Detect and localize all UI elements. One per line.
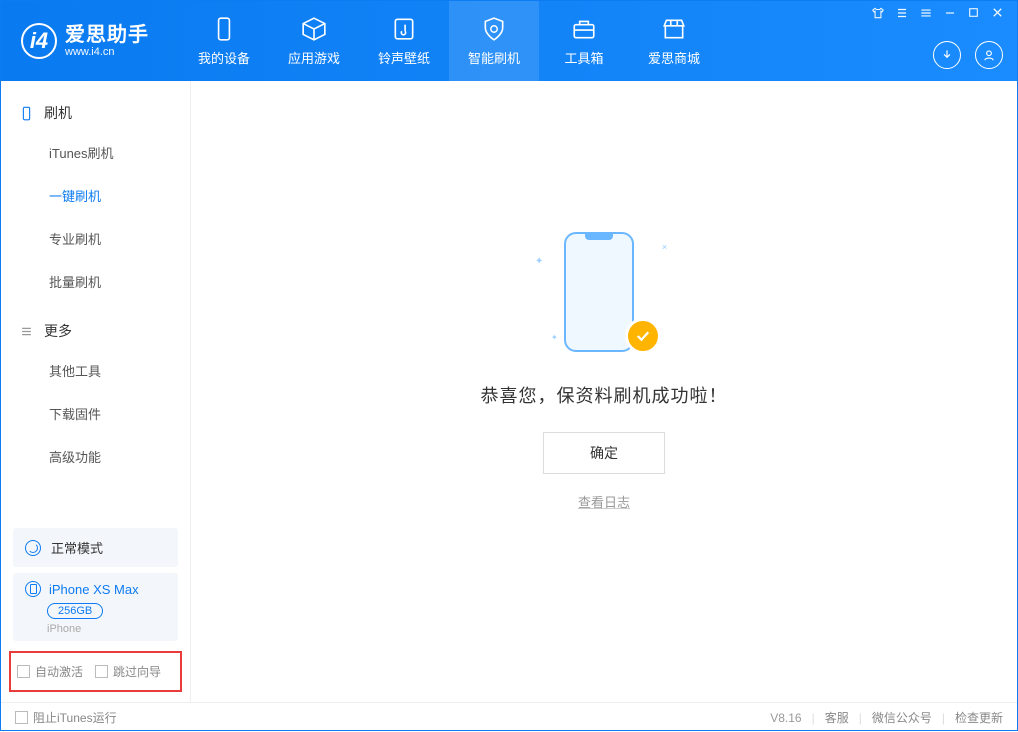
options-highlight-box: 自动激活 跳过向导 (9, 651, 182, 692)
sidebar-item-itunes-flash[interactable]: iTunes刷机 (1, 131, 190, 174)
version-label: V8.16 (770, 711, 801, 725)
tab-label: 工具箱 (564, 48, 603, 67)
window-controls (871, 1, 1005, 23)
tab-store[interactable]: 爱思商城 (629, 1, 719, 81)
status-bar: 阻止iTunes运行 V8.16 | 客服 | 微信公众号 | 检查更新 (1, 702, 1017, 732)
check-update-link[interactable]: 检查更新 (955, 709, 1003, 726)
sidebar-item-download-firmware[interactable]: 下载固件 (1, 392, 190, 435)
sidebar-section-flash[interactable]: 刷机 (1, 95, 190, 131)
device-icon (211, 16, 237, 42)
support-link[interactable]: 客服 (825, 709, 849, 726)
logo-icon: i4 (21, 23, 57, 59)
success-illustration: ✦ + ✦ (529, 222, 679, 362)
sidebar-section-more[interactable]: 更多 (1, 313, 190, 349)
tshirt-icon[interactable] (871, 6, 885, 23)
tab-apps-games[interactable]: 应用游戏 (269, 1, 359, 81)
section-title: 刷机 (44, 103, 72, 123)
store-icon (661, 16, 687, 42)
sidebar: 刷机 iTunes刷机 一键刷机 专业刷机 批量刷机 更多 其他工具 下载固件 … (1, 81, 191, 702)
device-type: iPhone (47, 623, 166, 635)
checkbox-auto-activate[interactable]: 自动激活 (17, 663, 83, 680)
more-icon (19, 324, 34, 339)
success-message: 恭喜您，保资料刷机成功啦！ (481, 382, 728, 408)
tab-label: 应用游戏 (288, 48, 340, 67)
tab-my-device[interactable]: 我的设备 (179, 1, 269, 81)
check-circle-icon (625, 318, 661, 354)
sidebar-item-batch-flash[interactable]: 批量刷机 (1, 260, 190, 303)
minimize-icon[interactable] (943, 6, 957, 23)
nav-tabs: 我的设备 应用游戏 铃声壁纸 智能刷机 工具箱 爱思商城 (179, 1, 719, 81)
device-name: iPhone XS Max (49, 582, 139, 597)
device-phone-icon (25, 581, 41, 597)
section-title: 更多 (44, 321, 72, 341)
tab-label: 智能刷机 (468, 48, 520, 67)
cube-icon (301, 16, 327, 42)
tab-ringtone-wallpaper[interactable]: 铃声壁纸 (359, 1, 449, 81)
sidebar-item-other-tools[interactable]: 其他工具 (1, 349, 190, 392)
checkbox-icon (15, 711, 28, 724)
checkbox-icon (17, 665, 30, 678)
tab-label: 爱思商城 (648, 48, 700, 67)
device-capacity: 256GB (47, 603, 103, 619)
tab-toolbox[interactable]: 工具箱 (539, 1, 629, 81)
user-button[interactable] (975, 41, 1003, 69)
view-log-link[interactable]: 查看日志 (578, 492, 630, 511)
checkbox-block-itunes[interactable]: 阻止iTunes运行 (15, 709, 117, 726)
mode-icon (25, 540, 41, 556)
app-logo: i4 爱思助手 www.i4.cn (21, 23, 149, 59)
download-button[interactable] (933, 41, 961, 69)
sidebar-item-advanced[interactable]: 高级功能 (1, 435, 190, 478)
tab-label: 我的设备 (198, 48, 250, 67)
sidebar-item-pro-flash[interactable]: 专业刷机 (1, 217, 190, 260)
checkbox-skip-guide[interactable]: 跳过向导 (95, 663, 161, 680)
device-info-block[interactable]: iPhone XS Max 256GB iPhone (13, 573, 178, 641)
music-icon (391, 16, 417, 42)
toolbox-icon (571, 16, 597, 42)
header: i4 爱思助手 www.i4.cn 我的设备 应用游戏 铃声壁纸 智能刷机 工具… (1, 1, 1017, 81)
app-subtitle: www.i4.cn (65, 46, 149, 58)
maximize-icon[interactable] (967, 6, 980, 22)
tab-smart-flash[interactable]: 智能刷机 (449, 1, 539, 81)
sidebar-item-oneclick-flash[interactable]: 一键刷机 (1, 174, 190, 217)
checkbox-icon (95, 665, 108, 678)
refresh-shield-icon (481, 16, 507, 42)
device-mode-block[interactable]: 正常模式 (13, 528, 178, 567)
wechat-link[interactable]: 微信公众号 (872, 709, 932, 726)
phone-icon (19, 106, 34, 121)
list-icon[interactable] (895, 6, 909, 23)
main-content: ✦ + ✦ 恭喜您，保资料刷机成功啦！ 确定 查看日志 (191, 81, 1017, 702)
tab-label: 铃声壁纸 (378, 48, 430, 67)
close-icon[interactable] (990, 5, 1005, 23)
app-title: 爱思助手 (65, 24, 149, 46)
menu-icon[interactable] (919, 6, 933, 23)
mode-label: 正常模式 (51, 538, 103, 557)
confirm-button[interactable]: 确定 (543, 432, 665, 474)
